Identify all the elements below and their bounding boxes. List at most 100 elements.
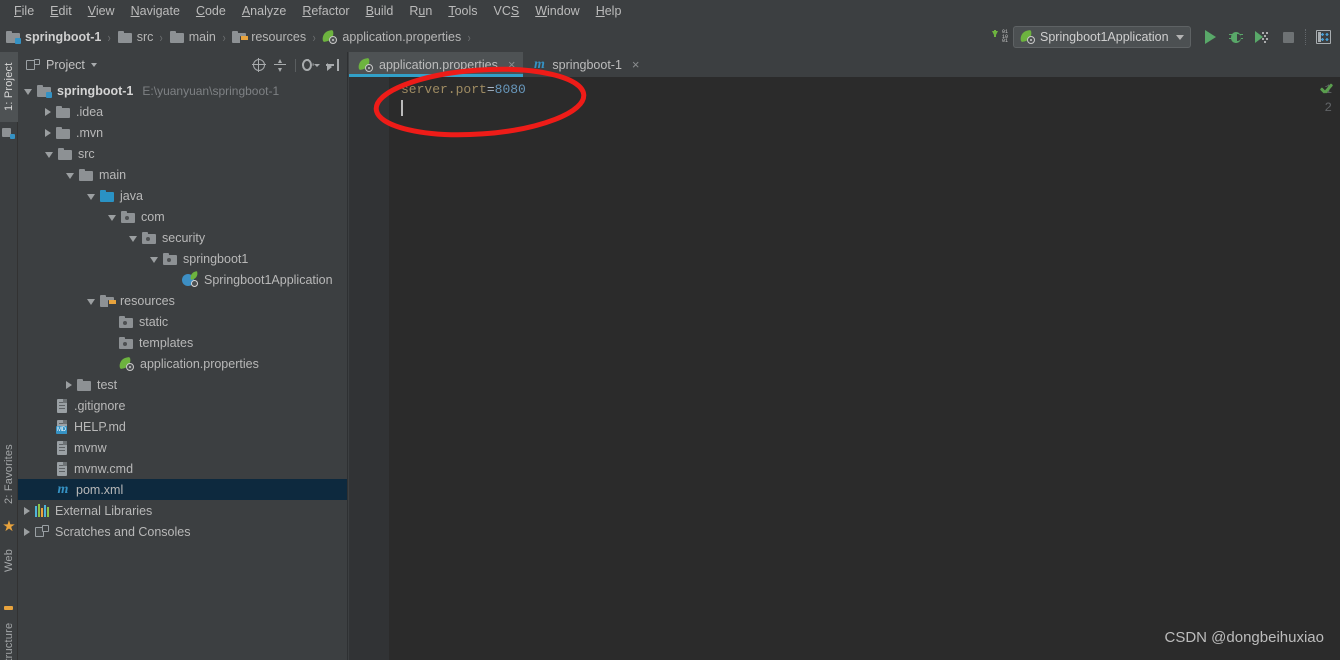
chevron-down-icon[interactable]	[87, 298, 95, 305]
menu-item-refactor[interactable]: Refactor	[294, 1, 357, 21]
tree-item-java[interactable]: java	[18, 185, 347, 206]
menu-item-view[interactable]: View	[80, 1, 123, 21]
package-folder-icon	[163, 252, 177, 265]
hide-panel-button[interactable]	[323, 56, 341, 74]
editor-body[interactable]: 1 2 server.port=8080	[349, 77, 1340, 660]
tree-item-application-properties[interactable]: application.properties	[18, 353, 347, 374]
menu-item-analyze[interactable]: Analyze	[234, 1, 294, 21]
tree-item-templates[interactable]: templates	[18, 332, 347, 353]
spring-boot-class-icon	[182, 271, 199, 287]
menu-item-tools[interactable]: Tools	[440, 1, 485, 21]
tree-item-mvnw-cmd[interactable]: mvnw.cmd	[18, 458, 347, 479]
breadcrumb-separator: ›	[108, 29, 112, 45]
menu-item-file[interactable]: File	[6, 1, 42, 21]
menu-item-vcs[interactable]: VCS	[486, 1, 528, 21]
chevron-right-icon[interactable]	[45, 128, 51, 137]
tree-item-springboot1[interactable]: springboot1	[18, 248, 347, 269]
editor-tab-application-properties[interactable]: application.properties ×	[349, 52, 524, 77]
project-view-icon	[26, 59, 40, 71]
close-icon[interactable]: ×	[632, 58, 640, 71]
breadcrumb-item-springboot-1[interactable]: springboot-1	[6, 30, 101, 44]
sidebar-item-structure[interactable]: 7: Structure	[0, 614, 18, 660]
tree-item-scratches-and-consoles[interactable]: Scratches and Consoles	[18, 521, 347, 542]
menu-item-help[interactable]: Help	[588, 1, 630, 21]
run-configuration-selector[interactable]: Springboot1Application	[1013, 26, 1191, 48]
editor-gutter	[349, 77, 389, 660]
project-tool-window: Project springboot-1 E:\yuanyuan\springb…	[18, 52, 348, 660]
stop-button[interactable]	[1275, 24, 1301, 50]
breadcrumb-item-application-properties[interactable]: application.properties	[321, 29, 462, 44]
code-line[interactable]: server.port=8080	[401, 81, 526, 99]
menu-item-build[interactable]: Build	[358, 1, 402, 21]
project-icon	[2, 128, 15, 139]
file-icon	[56, 440, 68, 455]
menu-item-edit[interactable]: Edit	[42, 1, 80, 21]
update-project-icon[interactable]: 01 10 01	[987, 24, 1013, 50]
tree-item-springboot1application[interactable]: Springboot1Application	[18, 269, 347, 290]
chevron-down-icon[interactable]	[150, 256, 158, 263]
chevron-right-icon[interactable]	[45, 107, 51, 116]
tree-item--gitignore[interactable]: .gitignore	[18, 395, 347, 416]
update-arrow-icon: 01 10 01	[992, 30, 1008, 44]
breadcrumb-label: springboot-1	[25, 30, 102, 44]
property-value: 8080	[494, 82, 526, 97]
tree-item-mvnw[interactable]: mvnw	[18, 437, 347, 458]
file-icon	[56, 398, 68, 413]
sidebar-item-favorites[interactable]: 2: Favorites	[0, 432, 18, 516]
ok-check-icon[interactable]	[1320, 83, 1333, 96]
chevron-right-icon[interactable]	[66, 380, 72, 389]
run-button[interactable]	[1197, 24, 1223, 50]
chevron-right-icon[interactable]	[24, 506, 30, 515]
tree-item-src[interactable]: src	[18, 143, 347, 164]
chevron-down-icon[interactable]	[24, 88, 32, 95]
breadcrumb-separator: ›	[160, 29, 164, 45]
close-icon[interactable]: ×	[508, 58, 516, 71]
tree-item-label: application.properties	[140, 356, 259, 371]
breadcrumb-item-resources[interactable]: resources	[232, 30, 306, 44]
tree-item--idea[interactable]: .idea	[18, 101, 347, 122]
chevron-down-icon[interactable]	[129, 235, 137, 242]
chevron-down-icon[interactable]	[45, 151, 53, 158]
menu-item-run[interactable]: Run	[401, 1, 440, 21]
collapse-all-button[interactable]	[271, 56, 289, 74]
debug-button[interactable]	[1223, 24, 1249, 50]
menu-item-navigate[interactable]: Navigate	[123, 1, 188, 21]
tree-item-label: templates	[139, 335, 194, 350]
folder-icon	[117, 31, 132, 43]
tree-item-com[interactable]: com	[18, 206, 347, 227]
chevron-down-icon[interactable]	[90, 63, 97, 67]
sidebar-item-project[interactable]: 1: Project	[0, 52, 18, 122]
tree-item-pom-xml[interactable]: m pom.xml	[18, 479, 347, 500]
tree-item-label: main	[99, 167, 127, 182]
chevron-right-icon[interactable]	[24, 527, 30, 536]
chevron-down-icon[interactable]	[87, 193, 95, 200]
project-panel-toolbar	[250, 56, 341, 74]
package-folder-icon	[119, 336, 133, 349]
resources-folder-icon	[232, 31, 249, 44]
locate-in-tree-button[interactable]	[250, 56, 268, 74]
tree-item-external-libraries[interactable]: External Libraries	[18, 500, 347, 521]
tree-item-test[interactable]: test	[18, 374, 347, 395]
breadcrumb-item-main[interactable]: main	[169, 30, 216, 44]
tree-item-help-md[interactable]: MD HELP.md	[18, 416, 347, 437]
layout-button[interactable]	[1310, 24, 1336, 50]
chevron-down-icon[interactable]	[66, 172, 74, 179]
folder-icon	[77, 378, 91, 391]
coverage-button[interactable]	[1249, 24, 1275, 50]
breadcrumb-item-src[interactable]: src	[117, 30, 153, 44]
tree-item-security[interactable]: security	[18, 227, 347, 248]
tree-item-springboot-1[interactable]: springboot-1 E:\yuanyuan\springboot-1	[18, 80, 347, 101]
tree-item--mvn[interactable]: .mvn	[18, 122, 347, 143]
tree-item-resources[interactable]: resources	[18, 290, 347, 311]
menu-item-code[interactable]: Code	[188, 1, 234, 21]
tree-item-static[interactable]: static	[18, 311, 347, 332]
tree-item-main[interactable]: main	[18, 164, 347, 185]
chevron-down-icon[interactable]	[108, 214, 116, 221]
settings-button[interactable]	[302, 56, 320, 74]
breadcrumb-label: application.properties	[342, 30, 462, 44]
editor-tab-springboot-1[interactable]: m springboot-1 ×	[523, 52, 647, 77]
menu-item-window[interactable]: Window	[527, 1, 587, 21]
sidebar-item-web[interactable]: Web	[0, 540, 18, 580]
hide-panel-icon	[325, 59, 339, 71]
